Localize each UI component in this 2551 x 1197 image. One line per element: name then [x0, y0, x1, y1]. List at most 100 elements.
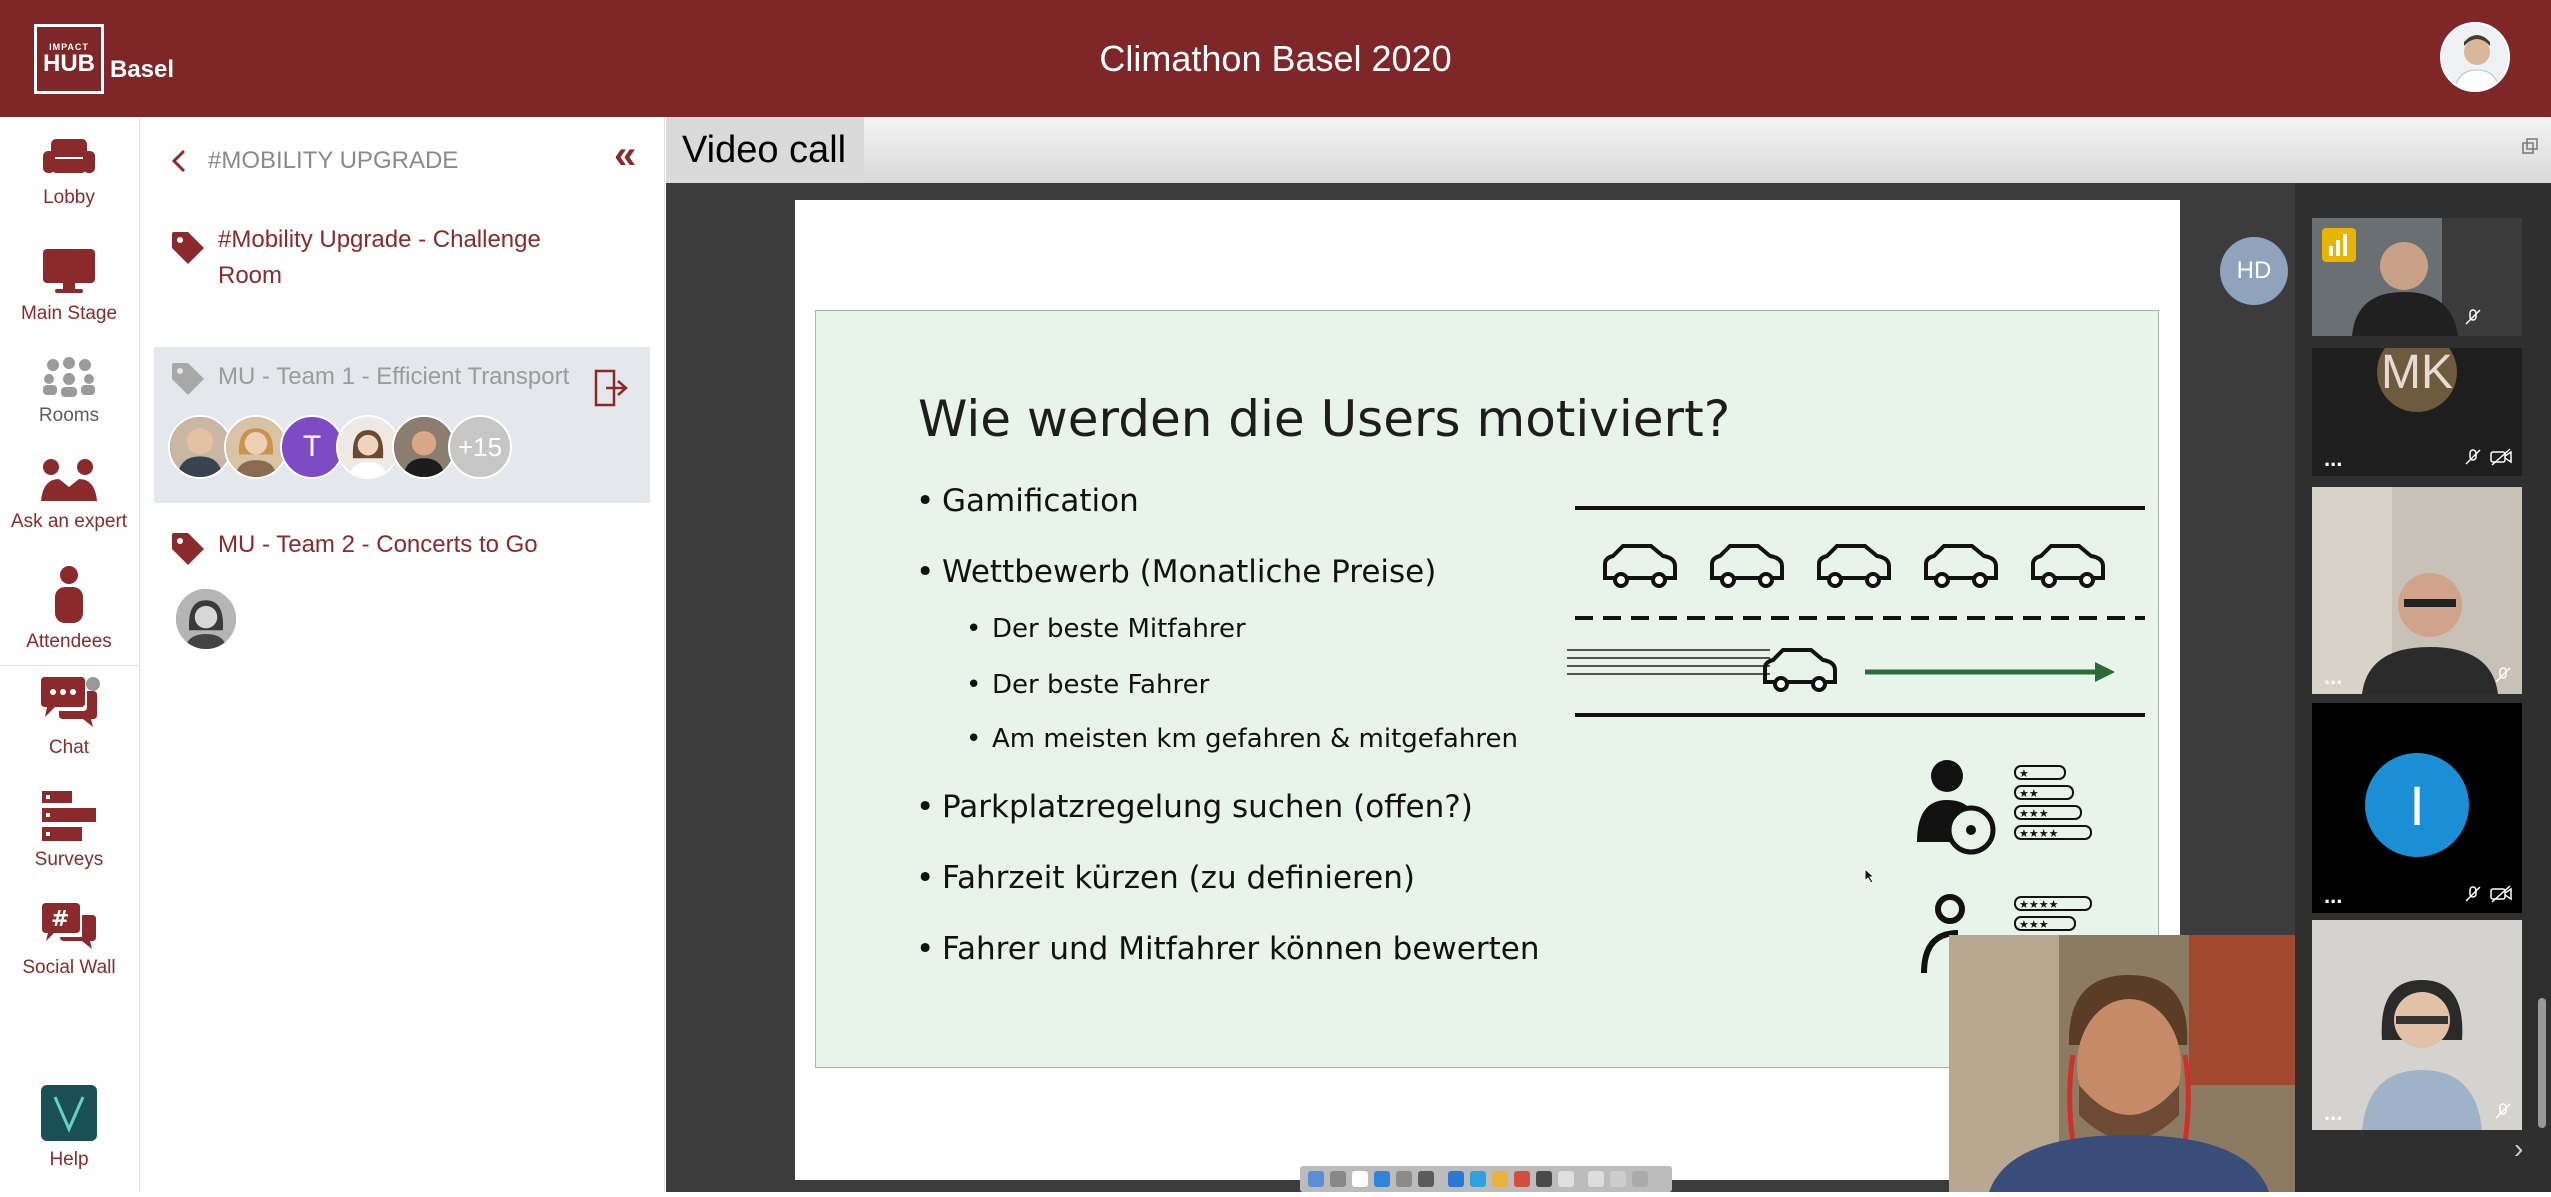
participant-photo-icon — [338, 417, 398, 477]
participant-tile[interactable]: MK ... — [2312, 348, 2522, 476]
camera-off-icon — [2490, 885, 2512, 903]
slide-bullet: Fahrzeit kürzen (zu definieren) — [916, 860, 1415, 896]
room-item-challenge[interactable]: #Mobility Upgrade - Challenge Room — [154, 222, 650, 318]
tiles-scrollbar[interactable] — [2538, 998, 2546, 1128]
participant-avatar[interactable] — [392, 415, 456, 479]
participant-tile[interactable] — [2312, 218, 2522, 336]
nav-rooms-label: Rooms — [38, 405, 100, 426]
chat-notification-dot — [86, 677, 100, 691]
svg-text:★: ★ — [2019, 767, 2029, 780]
hd-quality-badge[interactable]: HD — [2220, 237, 2288, 305]
nav-social-wall-label: Social Wall — [22, 957, 116, 978]
participant-tile[interactable]: I ... — [2312, 703, 2522, 913]
nav-social-wall[interactable]: # Social Wall — [0, 903, 138, 979]
participant-photo-icon — [170, 417, 230, 477]
back-arrow-icon[interactable] — [170, 147, 188, 175]
user-avatar[interactable] — [2440, 22, 2510, 92]
tile-menu[interactable]: ... — [2324, 1100, 2342, 1126]
nav-surveys[interactable]: Surveys — [0, 791, 138, 871]
nav-attendees[interactable]: Attendees — [0, 565, 138, 653]
nav-chat[interactable]: Chat — [0, 677, 138, 759]
participant-tile[interactable]: ... — [2312, 487, 2522, 694]
svg-text:★★★★: ★★★★ — [2019, 827, 2059, 840]
driver-rating-icon: ★★★ ★★★★★★★ — [1917, 760, 2092, 855]
slide-bullet: Wettbewerb (Monatliche Preise) — [916, 554, 1436, 590]
slide-bullet: Fahrer und Mitfahrer können bewerten — [916, 931, 1540, 967]
participant-avatar[interactable] — [174, 587, 238, 651]
traffic-illustration-icon — [1567, 506, 2145, 717]
speaker-video[interactable] — [1949, 935, 2295, 1192]
participant-initials-avatar: I — [2365, 753, 2469, 857]
shared-screen-dock — [1300, 1166, 1672, 1192]
participant-initials-avatar: MK — [2377, 348, 2457, 412]
video-call-tabstrip — [864, 117, 2551, 183]
video-call-tab[interactable]: Video call — [666, 117, 864, 183]
svg-text:★★★: ★★★ — [2019, 918, 2049, 931]
room-label: MU - Team 1 - Efficient Transport — [218, 363, 570, 390]
room-item-team-2[interactable]: MU - Team 2 - Concerts to Go — [154, 523, 650, 673]
slide-sub-bullet: Der beste Fahrer — [966, 670, 1209, 700]
participant-avatar[interactable] — [168, 415, 232, 479]
collapse-panel-button[interactable]: « — [614, 133, 636, 178]
monitor-icon — [43, 249, 95, 293]
participant-video-icon — [2312, 218, 2522, 336]
sofa-icon — [43, 139, 95, 173]
nav-surveys-label: Surveys — [34, 849, 104, 870]
room-participants[interactable] — [174, 587, 238, 651]
participant-initial: T — [302, 430, 322, 463]
participant-photo-icon — [176, 589, 236, 649]
next-page-chevron-icon[interactable]: › — [2514, 1133, 2523, 1165]
nav-help[interactable]: Help — [0, 1085, 138, 1171]
participant-video-icon — [2312, 487, 2522, 694]
svg-text:#: # — [51, 907, 69, 932]
restore-window-icon[interactable] — [2522, 138, 2538, 154]
room-item-team-1[interactable]: MU - Team 1 - Efficient Transport T +15 — [154, 347, 650, 503]
event-title: Climathon Basel 2020 — [1099, 38, 1452, 79]
nav-lobby[interactable]: Lobby — [0, 137, 138, 209]
mic-off-icon — [2465, 449, 2481, 465]
participant-tile[interactable]: ... — [2312, 920, 2522, 1130]
tile-menu[interactable]: ... — [2324, 883, 2342, 909]
room-label: #Mobility Upgrade - Challenge Room — [218, 226, 541, 289]
rooms-panel: #MOBILITY UPGRADE « #Mobility Upgrade - … — [140, 117, 665, 1192]
rooms-panel-header: #MOBILITY UPGRADE — [170, 141, 650, 181]
tag-icon — [172, 363, 204, 395]
nav-ask-expert[interactable]: Ask an expert — [0, 457, 138, 533]
survey-bars-icon — [42, 791, 96, 841]
top-header: IMPACT HUB Basel Climathon Basel 2020 — [0, 0, 2551, 117]
people-group-icon — [43, 357, 95, 397]
room-label: MU - Team 2 - Concerts to Go — [218, 531, 538, 558]
mic-off-icon — [2495, 1103, 2511, 1119]
more-participants-badge[interactable]: +15 — [448, 415, 512, 479]
camera-off-icon — [2490, 448, 2512, 466]
slide-bullet: Parkplatzregelung suchen (offen?) — [916, 789, 1473, 825]
mic-off-icon — [2465, 309, 2481, 325]
left-nav: Lobby Main Stage Rooms Ask an expert Att… — [0, 117, 140, 1192]
participant-avatar[interactable] — [336, 415, 400, 479]
expert-icon — [41, 459, 97, 501]
help-logo-icon — [41, 1085, 97, 1141]
user-avatar-photo-icon — [2442, 24, 2508, 90]
nav-divider — [0, 665, 138, 666]
svg-text:★★: ★★ — [2019, 787, 2039, 800]
tag-icon — [172, 232, 204, 264]
nav-rooms[interactable]: Rooms — [0, 357, 138, 427]
nav-main-stage[interactable]: Main Stage — [0, 247, 138, 325]
participant-avatar[interactable] — [224, 415, 288, 479]
slide-title: Wie werden die Users motiviert? — [918, 390, 1731, 448]
room-participants[interactable]: T +15 — [168, 415, 512, 479]
participant-photo-icon — [226, 417, 286, 477]
mic-off-icon — [2465, 886, 2481, 902]
nav-lobby-label: Lobby — [43, 187, 95, 208]
tag-icon — [172, 533, 204, 565]
person-icon — [55, 566, 83, 623]
tile-menu[interactable]: ... — [2324, 664, 2342, 690]
nav-main-stage-label: Main Stage — [20, 303, 118, 324]
tile-menu[interactable]: ... — [2324, 446, 2342, 472]
participant-avatar[interactable]: T — [280, 415, 344, 479]
hashtag-bubble-icon: # — [42, 903, 96, 949]
slide-sub-bullet: Am meisten km gefahren & mitgefahren — [966, 724, 1518, 754]
nav-help-label: Help — [49, 1149, 89, 1170]
slide-sub-bullet: Der beste Mitfahrer — [966, 614, 1246, 644]
enter-room-icon[interactable] — [594, 369, 628, 407]
